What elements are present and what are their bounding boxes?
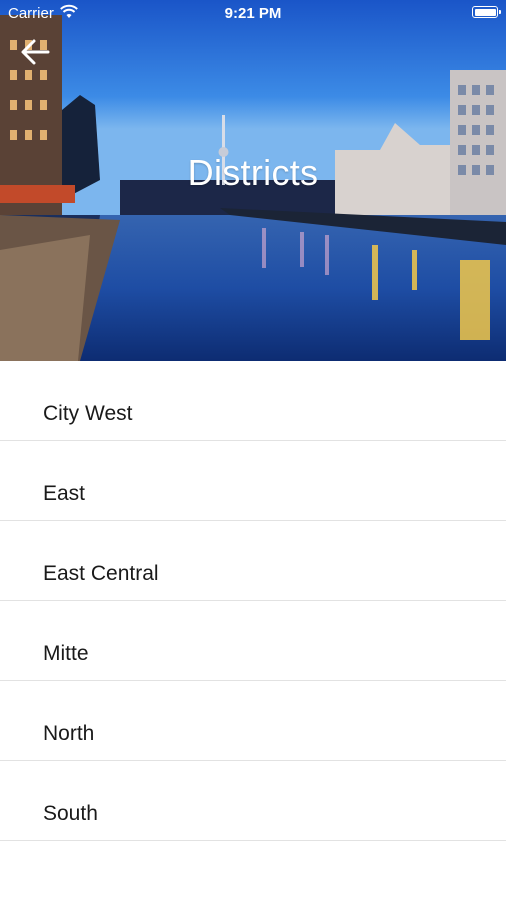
screen: Carrier 9:21 PM Districts City West East… (0, 0, 506, 900)
list-item-east[interactable]: East (0, 441, 506, 521)
list-item-label: Mitte (43, 642, 89, 665)
back-button[interactable] (18, 34, 54, 70)
list-item-label: East Central (43, 562, 159, 585)
list-item-north[interactable]: North (0, 681, 506, 761)
list-item-label: North (43, 722, 95, 745)
list-item-east-central[interactable]: East Central (0, 521, 506, 601)
list-item-label: South (43, 802, 98, 825)
status-bar: Carrier 9:21 PM (0, 0, 506, 28)
clock: 9:21 PM (224, 5, 282, 22)
list-item-label: City West (43, 402, 133, 425)
list-item-south[interactable]: South (0, 761, 506, 841)
district-list: City West East East Central Mitte North … (0, 361, 506, 841)
list-item-city-west[interactable]: City West (0, 361, 506, 441)
page-title: Districts (187, 152, 319, 193)
list-item-label: East (43, 482, 86, 505)
battery-icon (472, 6, 501, 18)
list-item-mitte[interactable]: Mitte (0, 601, 506, 681)
arrow-left-icon (21, 39, 50, 65)
